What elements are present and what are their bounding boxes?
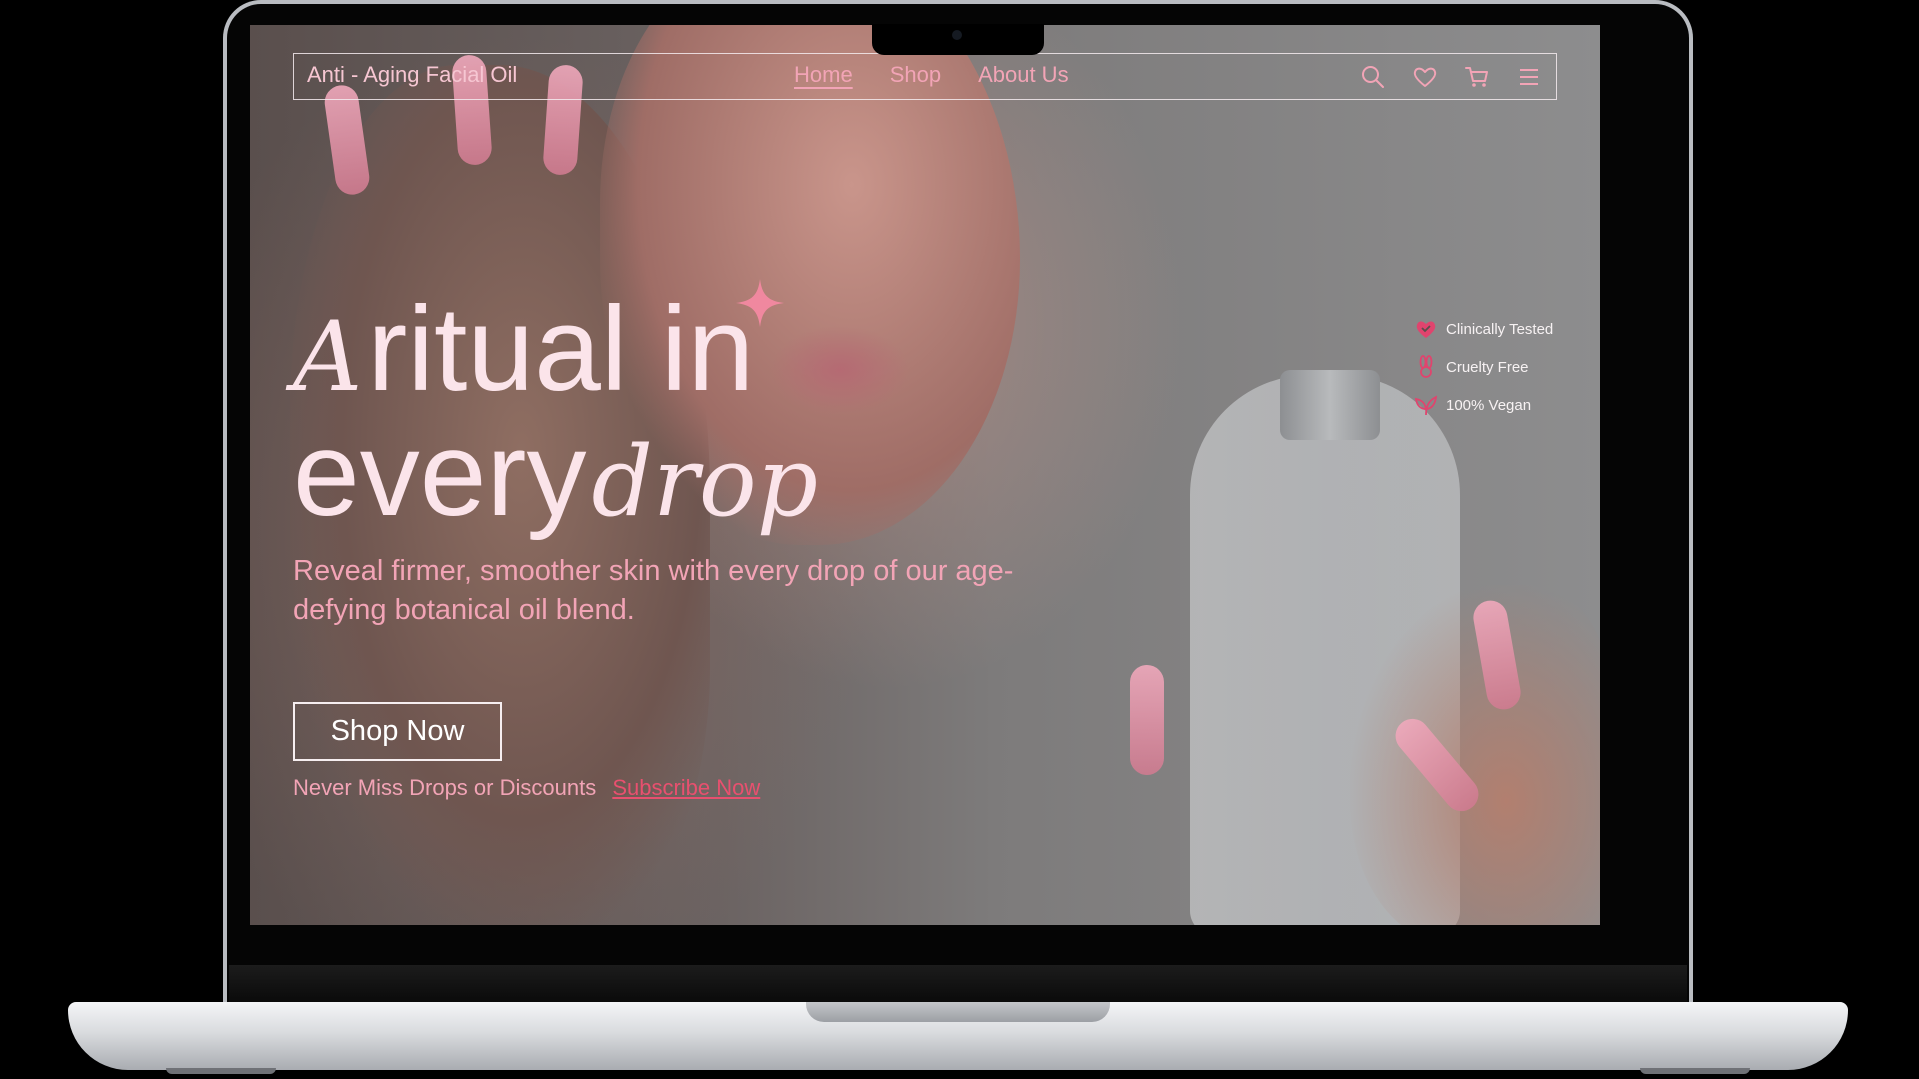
laptop-bezel [229,965,1687,1003]
hero-every: every [293,407,587,541]
badge-label: 100% Vegan [1446,396,1532,414]
subscribe-now-link[interactable]: Subscribe Now [612,775,760,800]
badge-clinically-tested: Clinically Tested [1414,317,1553,341]
heart-check-icon [1416,321,1436,338]
hero-subtitle: Reveal firmer, smoother skin with every … [293,555,1014,626]
trust-badges: Clinically Tested Cruelty Free 100% Vega… [1414,317,1553,431]
badge-label: Cruelty Free [1446,358,1529,376]
sparkle-icon [736,279,784,327]
bottle-neck-image [1280,370,1380,440]
hero-ritual-in: ritual in [367,282,755,416]
promo-text: Never Miss Drops or Discounts [293,775,597,800]
camera-icon [952,30,962,40]
nav-shop-link[interactable]: Shop [890,62,941,88]
lips-image [770,325,910,415]
hero-heading-line1: A ritual in [293,280,754,418]
nail-image [1130,665,1164,775]
nav-about-link[interactable]: About Us [978,62,1069,88]
badge-label: Clinically Tested [1446,320,1554,338]
brand-name[interactable]: Anti - Aging Facial Oil [307,62,517,88]
camera-notch [872,24,1044,55]
laptop-foot [1640,1068,1750,1074]
badge-vegan: 100% Vegan [1414,393,1553,417]
heart-icon[interactable] [1412,64,1438,90]
leaf-icon [1414,395,1438,416]
bunny-icon [1419,355,1433,378]
hero-heading-line2: every drop [293,405,818,543]
laptop-base-lip [806,1002,1110,1022]
nail-image [322,83,372,197]
website-screen: Anti - Aging Facial Oil Home Shop About … [250,25,1600,925]
subscribe-promo: Never Miss Drops or Discounts Subscribe … [293,775,760,801]
nav-links: Home Shop About Us [794,62,1069,88]
laptop-foot [166,1068,276,1074]
nav-home-link[interactable]: Home [794,62,853,88]
menu-icon[interactable] [1516,64,1542,90]
nav-icons [1360,64,1542,90]
search-icon[interactable] [1360,64,1386,90]
cart-icon[interactable] [1464,64,1490,90]
top-nav: Anti - Aging Facial Oil Home Shop About … [293,53,1557,100]
shop-now-button[interactable]: Shop Now [293,702,502,761]
hero-script-drop: drop [591,426,819,538]
hero-script-a: A [293,301,363,413]
badge-cruelty-free: Cruelty Free [1414,355,1553,379]
